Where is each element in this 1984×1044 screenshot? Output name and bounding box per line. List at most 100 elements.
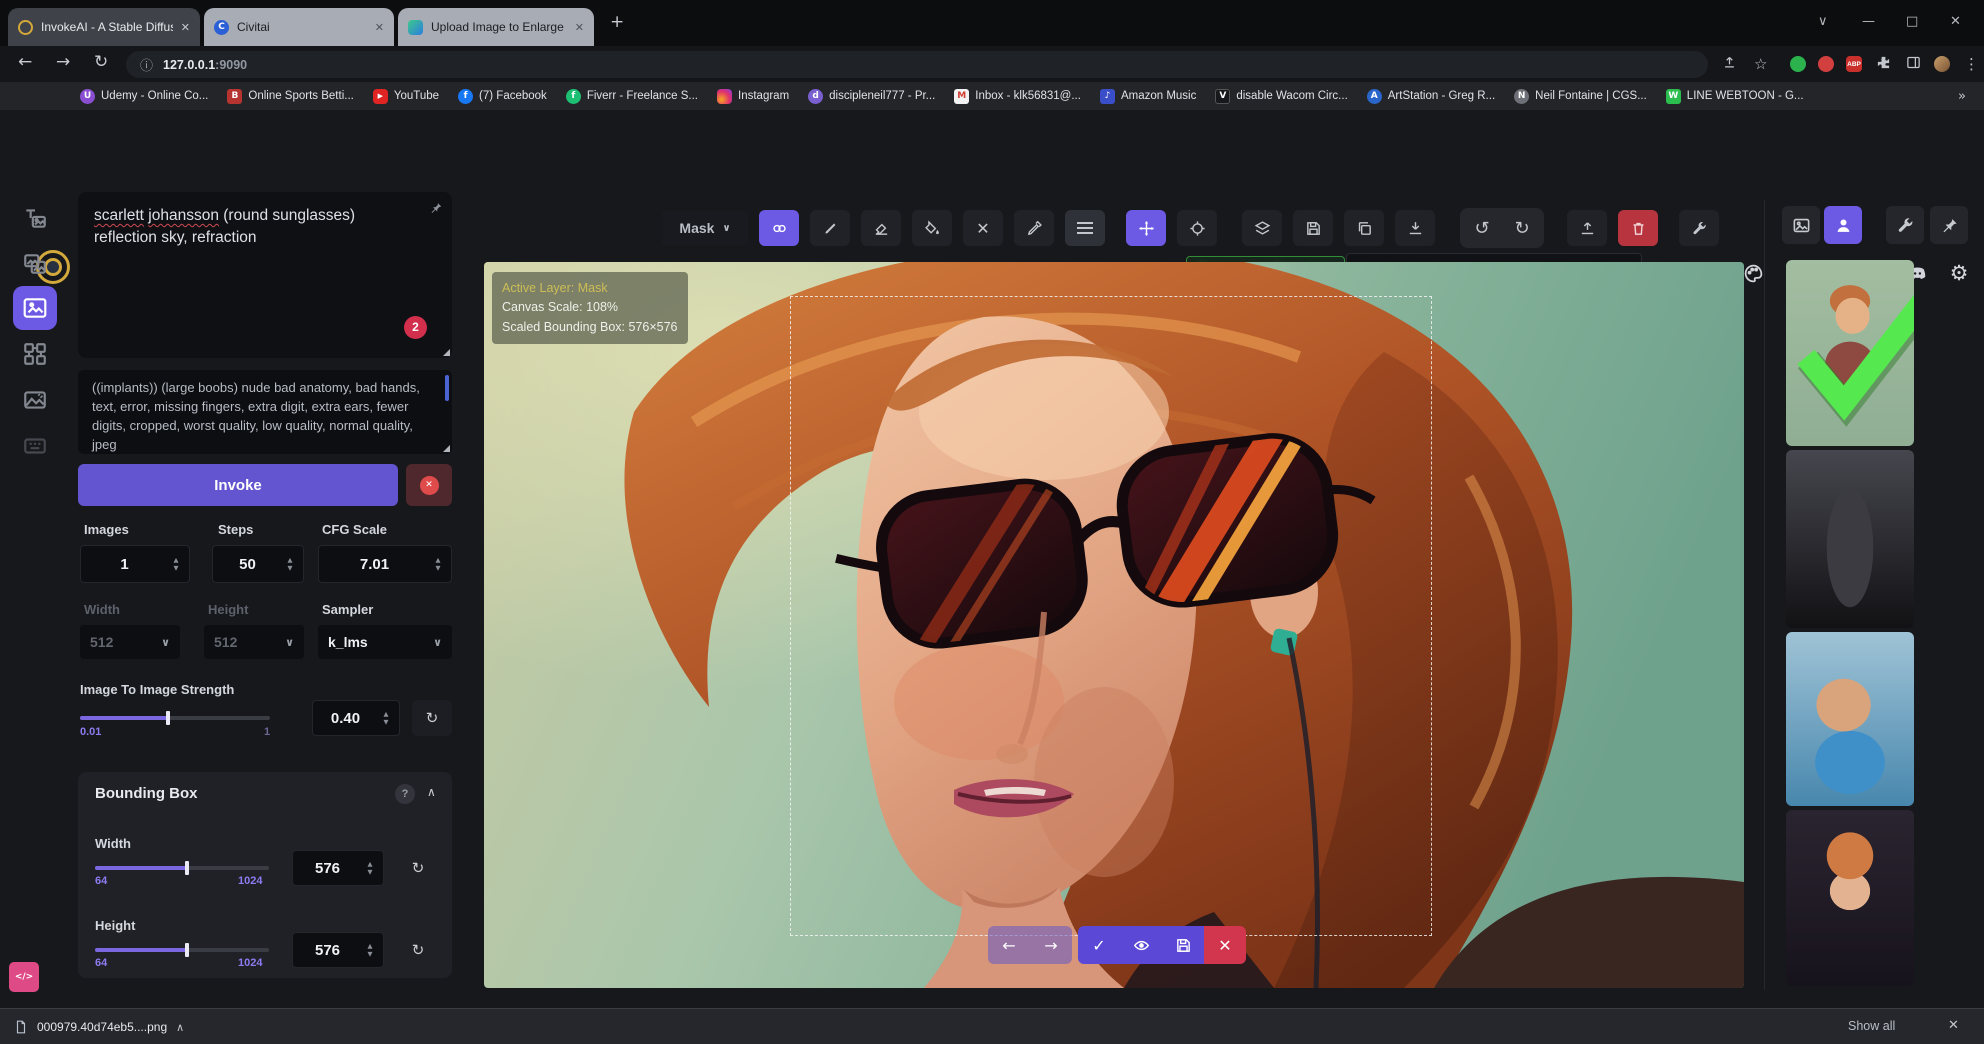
copy-to-clipboard-button[interactable] <box>1344 210 1384 246</box>
invoke-button[interactable]: Invoke <box>78 464 398 506</box>
console-toggle-button[interactable]: </> <box>9 962 39 992</box>
negative-prompt-scrollbar[interactable] <box>445 375 449 401</box>
forward-button[interactable]: → <box>56 52 70 72</box>
undo-button[interactable]: ↺ <box>1462 210 1502 246</box>
bookmark-discipleneil[interactable]: ddiscipleneil777 - Pr... <box>808 89 935 104</box>
bookmark-fiverr[interactable]: fFiverr - Freelance S... <box>566 89 698 104</box>
tab-close-icon[interactable]: ✕ <box>375 21 384 34</box>
help-icon[interactable]: ? <box>395 784 415 804</box>
window-close-button[interactable]: ✕ <box>1950 14 1961 29</box>
canvas-settings-button[interactable] <box>1679 210 1719 246</box>
gallery-thumbnail-selected[interactable] <box>1786 260 1914 446</box>
cfg-scale-stepper[interactable]: 7.01 ▲▼ <box>318 545 452 583</box>
discard-image-button[interactable]: ✕ <box>1204 926 1246 964</box>
side-panel-icon[interactable] <box>1906 55 1921 74</box>
tab-close-icon[interactable]: ✕ <box>575 21 584 34</box>
step-down-icon[interactable]: ▼ <box>384 719 389 726</box>
step-down-icon[interactable]: ▼ <box>436 565 441 572</box>
gallery-thumbnail[interactable] <box>1786 810 1914 986</box>
negative-prompt-input[interactable]: ((implants)) (large boobs) nude bad anat… <box>78 370 452 454</box>
upload-image-button[interactable] <box>1567 210 1607 246</box>
step-up-icon[interactable]: ▲ <box>384 711 389 718</box>
browser-tab-invokeai[interactable]: InvokeAI - A Stable Diffusion Too ✕ <box>8 8 200 46</box>
sampler-select[interactable]: k_lms∨ <box>318 625 452 659</box>
eraser-tool-button[interactable] <box>861 210 901 246</box>
new-tab-button[interactable]: + <box>610 12 624 32</box>
step-up-icon[interactable]: ▲ <box>174 557 179 564</box>
adblock-plus-icon[interactable]: ABP <box>1846 56 1862 72</box>
collapse-chevron-icon[interactable]: ∧ <box>427 785 436 799</box>
bookmark-inbox[interactable]: MInbox - klk56831@... <box>954 89 1081 104</box>
tab-search-icon[interactable]: ∨ <box>1818 14 1828 29</box>
bookmark-artstation[interactable]: AArtStation - Greg R... <box>1367 89 1495 104</box>
browser-tab-civitai[interactable]: C Civitai ✕ <box>204 8 394 46</box>
window-maximize-button[interactable]: □ <box>1906 14 1918 29</box>
clear-canvas-button[interactable] <box>1618 210 1658 246</box>
tab-text-to-image[interactable] <box>13 196 57 240</box>
img2img-strength-slider[interactable] <box>80 716 270 720</box>
bookmark-facebook[interactable]: f(7) Facebook <box>458 89 547 104</box>
canvas-bounding-box[interactable] <box>790 296 1432 936</box>
cancel-button[interactable]: ✕ <box>406 464 452 506</box>
redo-button[interactable]: ↻ <box>1502 210 1542 246</box>
prompt-resize-grip[interactable] <box>443 349 450 356</box>
extension-red-icon[interactable] <box>1818 56 1834 72</box>
bb-width-stepper[interactable]: 576 ▲▼ <box>292 850 384 886</box>
gallery-settings-button[interactable] <box>1886 206 1924 244</box>
negative-prompt-resize-grip[interactable] <box>443 445 450 452</box>
step-down-icon[interactable]: ▼ <box>288 565 293 572</box>
browser-tab-upscale[interactable]: Upload Image to Enlarge & Enha ✕ <box>398 8 594 46</box>
bb-height-slider[interactable] <box>95 948 269 952</box>
site-info-icon[interactable]: ⓘ <box>140 55 153 74</box>
tab-training[interactable] <box>13 424 57 468</box>
browser-menu-kebab-icon[interactable]: ⋮ <box>1964 55 1979 73</box>
toggle-mask-button[interactable] <box>759 210 799 246</box>
pin-gallery-button[interactable] <box>1930 206 1968 244</box>
chevron-up-icon[interactable]: ∧ <box>176 1021 184 1034</box>
profile-avatar[interactable] <box>1934 56 1950 72</box>
back-button[interactable]: ← <box>18 52 32 72</box>
tab-image-to-image[interactable] <box>13 242 57 286</box>
bookmark-instagram[interactable]: Instagram <box>717 89 789 104</box>
bookmarks-overflow-icon[interactable]: » <box>1958 89 1966 104</box>
step-down-icon[interactable]: ▼ <box>174 565 179 572</box>
show-all-downloads-link[interactable]: Show all <box>1848 1019 1895 1033</box>
img2img-strength-stepper[interactable]: 0.40 ▲▼ <box>312 700 400 736</box>
tab-nodes[interactable] <box>13 332 57 376</box>
gallery-thumbnail[interactable] <box>1786 632 1914 806</box>
color-picker-button[interactable] <box>1014 210 1054 246</box>
download-item[interactable]: 000979.40d74eb5....png ∧ <box>14 1015 184 1039</box>
strength-reset-button[interactable]: ↻ <box>412 700 452 736</box>
bb-height-stepper[interactable]: 576 ▲▼ <box>292 932 384 968</box>
bb-width-reset-button[interactable]: ↻ <box>398 850 438 886</box>
fill-tool-button[interactable] <box>912 210 952 246</box>
address-bar[interactable]: ⓘ 127.0.0.1:9090 <box>126 51 1708 78</box>
bookmark-star-icon[interactable]: ☆ <box>1754 55 1767 73</box>
next-image-button[interactable]: → <box>1030 926 1072 964</box>
extensions-puzzle-icon[interactable] <box>1876 55 1891 74</box>
slider-thumb[interactable] <box>166 711 170 725</box>
pin-options-icon[interactable] <box>429 200 443 222</box>
tab-close-icon[interactable]: ✕ <box>181 21 190 34</box>
share-icon[interactable] <box>1722 55 1737 74</box>
accept-image-button[interactable]: ✓ <box>1078 926 1120 964</box>
save-to-gallery-button[interactable] <box>1293 210 1333 246</box>
step-down-icon[interactable]: ▼ <box>368 869 373 876</box>
height-select[interactable]: 512∨ <box>204 625 304 659</box>
gallery-thumbnail[interactable] <box>1786 450 1914 628</box>
steps-stepper[interactable]: 50 ▲▼ <box>212 545 304 583</box>
slider-thumb[interactable] <box>185 861 189 875</box>
brush-options-button[interactable] <box>1065 210 1105 246</box>
download-image-button[interactable] <box>1395 210 1435 246</box>
bookmark-youtube[interactable]: ▶YouTube <box>373 89 439 104</box>
settings-gear-icon[interactable]: ⚙ <box>1946 260 1972 286</box>
bb-height-reset-button[interactable]: ↻ <box>398 932 438 968</box>
prompt-input[interactable]: scarlett johansson (round sunglasses)ref… <box>78 192 452 358</box>
layer-select[interactable]: Mask ∨ <box>662 211 748 245</box>
bookmark-webtoon[interactable]: WLINE WEBTOON - G... <box>1666 89 1804 104</box>
extension-grammarly-icon[interactable] <box>1790 56 1806 72</box>
tab-unified-canvas[interactable] <box>13 286 57 330</box>
gallery-tab-image-button[interactable] <box>1782 206 1820 244</box>
bb-width-slider[interactable] <box>95 866 269 870</box>
bookmark-udemy[interactable]: UUdemy - Online Co... <box>80 89 208 104</box>
